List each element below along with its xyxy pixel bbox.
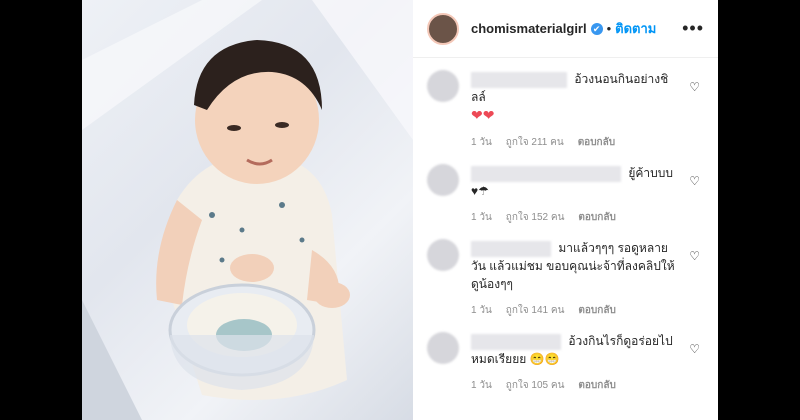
- comment-text: ยู้ค้าบบบ: [628, 166, 673, 180]
- comment-item: ยู้ค้าบบบ ♥☂ 1 วัน ถูกใจ 152 คน ตอบกลับ …: [427, 164, 704, 225]
- post-header: chomismaterialgirl ✔ • ติดตาม •••: [413, 0, 718, 58]
- comment-likes[interactable]: ถูกใจ 152 คน: [506, 210, 565, 225]
- reply-button[interactable]: ตอบกลับ: [578, 210, 615, 225]
- toddler-photo-illustration: [82, 0, 413, 420]
- commenter-name-redacted[interactable]: [471, 240, 551, 257]
- post-photo[interactable]: [82, 0, 413, 420]
- like-heart-icon[interactable]: ♡: [689, 249, 700, 263]
- commenter-name-redacted[interactable]: [471, 333, 561, 350]
- more-options-icon[interactable]: •••: [682, 18, 704, 39]
- comment-time[interactable]: 1 วัน: [471, 210, 492, 225]
- comment-emoji: ❤❤: [471, 107, 495, 123]
- comment-emoji: 😁😁: [529, 352, 560, 366]
- commenter-avatar[interactable]: [427, 164, 459, 196]
- comment-emoji: ♥☂: [471, 184, 489, 198]
- comment-time[interactable]: 1 วัน: [471, 303, 492, 318]
- like-heart-icon[interactable]: ♡: [689, 174, 700, 188]
- reply-button[interactable]: ตอบกลับ: [578, 378, 615, 393]
- commenter-name-redacted[interactable]: [471, 165, 621, 182]
- commenter-avatar[interactable]: [427, 332, 459, 364]
- author-avatar[interactable]: [427, 12, 459, 45]
- comment-likes[interactable]: ถูกใจ 211 คน: [506, 135, 564, 150]
- comment-likes[interactable]: ถูกใจ 105 คน: [506, 378, 565, 393]
- reply-button[interactable]: ตอบกลับ: [578, 135, 615, 150]
- reply-button[interactable]: ตอบกลับ: [578, 303, 615, 318]
- comment-time[interactable]: 1 วัน: [471, 378, 492, 393]
- author-username[interactable]: chomismaterialgirl: [471, 21, 587, 36]
- comment-item: มาแล้วๆๆๆ รอดูหลายวัน แล้วแม่ชม ขอบคุณน่…: [427, 239, 704, 318]
- like-heart-icon[interactable]: ♡: [689, 342, 700, 356]
- like-heart-icon[interactable]: ♡: [689, 80, 700, 94]
- comment-item: อ้วงกินไรก็ดูอร่อยไปหมดเรียยย 😁😁 1 วัน ถ…: [427, 332, 704, 393]
- commenter-name-redacted[interactable]: [471, 71, 567, 88]
- follow-button[interactable]: ติดตาม: [615, 18, 656, 39]
- post-side-panel: chomismaterialgirl ✔ • ติดตาม ••• อ้วงนอ…: [413, 0, 718, 420]
- commenter-avatar[interactable]: [427, 239, 459, 271]
- comment-likes[interactable]: ถูกใจ 141 คน: [506, 303, 565, 318]
- comment-time[interactable]: 1 วัน: [471, 135, 492, 150]
- comment-item: อ้วงนอนกินอย่างชิลล์ ❤❤ 1 วัน ถูกใจ 211 …: [427, 70, 704, 150]
- verified-badge-icon: ✔: [590, 22, 603, 35]
- separator-dot: •: [606, 21, 612, 36]
- comments-list: อ้วงนอนกินอย่างชิลล์ ❤❤ 1 วัน ถูกใจ 211 …: [413, 58, 718, 393]
- commenter-avatar[interactable]: [427, 70, 459, 102]
